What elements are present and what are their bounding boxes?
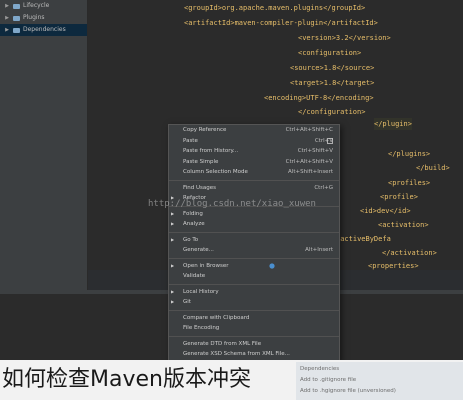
peek-item[interactable]: Dependencies	[300, 366, 339, 372]
code-line[interactable]: <activeByDefa	[336, 233, 391, 245]
menu-item-generate-dtd[interactable]: Generate DTD from XML File	[169, 339, 339, 350]
menu-item-copy-reference[interactable]: Copy Reference Ctrl+Alt+Shift+C	[169, 125, 339, 136]
menu-item-analyze[interactable]: ▶ Analyze	[169, 219, 339, 230]
menu-item-label: Paste from History...	[183, 148, 239, 154]
menu-item-label: Copy Reference	[183, 127, 227, 133]
code-line[interactable]: </build>	[416, 162, 450, 174]
submenu-arrow-icon: ▶	[171, 288, 175, 294]
menu-item-shortcut: Ctrl+Shift+V	[297, 148, 333, 154]
menu-item-label: Analyze	[183, 221, 205, 227]
menu-item-label: File Encoding	[183, 325, 220, 331]
folder-icon	[13, 27, 20, 33]
menu-item-label: Column Selection Mode	[183, 169, 248, 175]
menu-item-open-in-browser[interactable]: ▶ Open in Browser	[169, 261, 339, 272]
code-line[interactable]: </plugin>	[374, 118, 412, 130]
menu-separator	[169, 283, 339, 285]
menu-item-paste-from-history[interactable]: Paste from History... Ctrl+Shift+V	[169, 146, 339, 157]
code-line[interactable]: <id>dev</id>	[360, 205, 411, 217]
chevron-right-icon[interactable]: ▶	[4, 0, 10, 12]
project-tree-panel: ▶ Lifecycle ▶ Plugins ▶ Dependencies	[0, 0, 88, 290]
code-line[interactable]: </activation>	[382, 247, 437, 259]
tree-item-label: Dependencies	[23, 26, 66, 33]
menu-separator	[169, 231, 339, 233]
menu-separator	[169, 179, 339, 181]
code-line[interactable]: </configuration>	[298, 106, 365, 118]
menu-item-generate-xsd[interactable]: Generate XSD Schema from XML File...	[169, 349, 339, 360]
menu-item-shortcut: Ctrl+Alt+Shift+C	[285, 127, 333, 133]
peek-item[interactable]: Add to .hgignore file (unversioned)	[300, 388, 396, 394]
menu-item-paste[interactable]: Paste Ctrl+V	[169, 136, 339, 147]
menu-item-shortcut: Alt+Insert	[305, 247, 333, 253]
menu-item-generate[interactable]: Generate... Alt+Insert	[169, 245, 339, 256]
chevron-right-icon[interactable]: ▶	[4, 12, 10, 24]
chevron-right-icon[interactable]: ▶	[4, 24, 10, 36]
menu-item-label: Local History	[183, 288, 219, 295]
menu-item-label: Git	[183, 299, 191, 305]
tree-item-dependencies[interactable]: ▶ Dependencies	[0, 24, 87, 36]
menu-item-paste-simple[interactable]: Paste Simple Ctrl+Alt+Shift+V	[169, 157, 339, 168]
menu-separator	[169, 309, 339, 311]
globe-icon	[269, 262, 275, 269]
code-line[interactable]: <profile>	[380, 191, 418, 203]
menu-item-label: Folding	[183, 210, 203, 217]
menu-item-label: Paste Simple	[183, 158, 219, 165]
menu-item-folding[interactable]: ▶ Folding	[169, 209, 339, 220]
paste-icon	[327, 137, 333, 144]
folder-icon	[13, 3, 20, 9]
page-title: 如何检查Maven版本冲突	[2, 367, 251, 392]
code-line[interactable]: <configuration>	[298, 47, 361, 59]
code-line[interactable]: <artifactId>maven-compiler-plugin</artif…	[184, 17, 378, 29]
menu-item-shortcut: Ctrl+Alt+Shift+V	[285, 158, 333, 165]
folder-icon	[13, 15, 20, 21]
code-line[interactable]: <encoding>UTF-8</encoding>	[264, 92, 374, 104]
menu-item-git[interactable]: ▶ Git	[169, 297, 339, 308]
editor-context-menu: Copy Reference Ctrl+Alt+Shift+C Paste Ctrl…	[168, 124, 340, 362]
menu-separator	[169, 335, 339, 337]
menu-item-label: Generate...	[183, 247, 214, 253]
submenu-arrow-icon: ▶	[171, 262, 175, 268]
tree-item-lifecycle[interactable]: ▶ Lifecycle	[0, 0, 87, 12]
menu-item-label: Generate XSD Schema from XML File...	[183, 351, 290, 357]
submenu-arrow-icon: ▶	[171, 299, 175, 304]
code-line[interactable]: <target>1.8</target>	[290, 77, 374, 89]
menu-item-shortcut: Ctrl+G	[314, 184, 333, 191]
tree-item-label: Plugins	[23, 14, 45, 21]
menu-item-label: Paste	[183, 137, 198, 144]
menu-item-find-usages[interactable]: Find Usages Ctrl+G	[169, 183, 339, 194]
peek-item[interactable]: Add to .gitignore file	[300, 377, 356, 383]
menu-item-go-to[interactable]: ▶ Go To	[169, 235, 339, 246]
menu-item-label: Generate DTD from XML File	[183, 340, 262, 347]
menu-item-validate[interactable]: Validate	[169, 271, 339, 282]
submenu-arrow-icon: ▶	[171, 210, 175, 216]
menu-item-label: Go To	[183, 236, 199, 243]
submenu-arrow-icon: ▶	[171, 236, 175, 242]
menu-item-label: Validate	[183, 273, 206, 279]
menu-item-column-selection-mode[interactable]: Column Selection Mode Alt+Shift+Insert	[169, 167, 339, 178]
code-line[interactable]: <properties>	[368, 260, 419, 272]
menu-item-label: Compare with Clipboard	[183, 314, 250, 321]
code-line[interactable]: <version>3.2</version>	[298, 32, 391, 44]
menu-item-shortcut: Alt+Shift+Insert	[288, 169, 333, 175]
tree-item-plugins[interactable]: ▶ Plugins	[0, 12, 87, 24]
code-line[interactable]: <source>1.8</source>	[290, 62, 374, 74]
menu-item-local-history[interactable]: ▶ Local History	[169, 287, 339, 298]
menu-item-label: Open in Browser	[183, 262, 229, 269]
code-line[interactable]: <activation>	[378, 219, 429, 231]
menu-separator	[169, 257, 339, 259]
submenu-arrow-icon: ▶	[171, 221, 175, 226]
tree-item-label: Lifecycle	[23, 2, 50, 9]
menu-item-label: Find Usages	[183, 184, 217, 191]
watermark: http://blog.csdn.net/xiao_xuwen	[148, 199, 316, 209]
menu-item-compare-with-clipboard[interactable]: Compare with Clipboard	[169, 313, 339, 324]
menu-item-file-encoding[interactable]: File Encoding	[169, 323, 339, 334]
code-line[interactable]: <profiles>	[388, 177, 430, 189]
code-line[interactable]: </plugins>	[388, 148, 430, 160]
code-line[interactable]: <groupId>org.apache.maven.plugins</group…	[184, 2, 365, 14]
